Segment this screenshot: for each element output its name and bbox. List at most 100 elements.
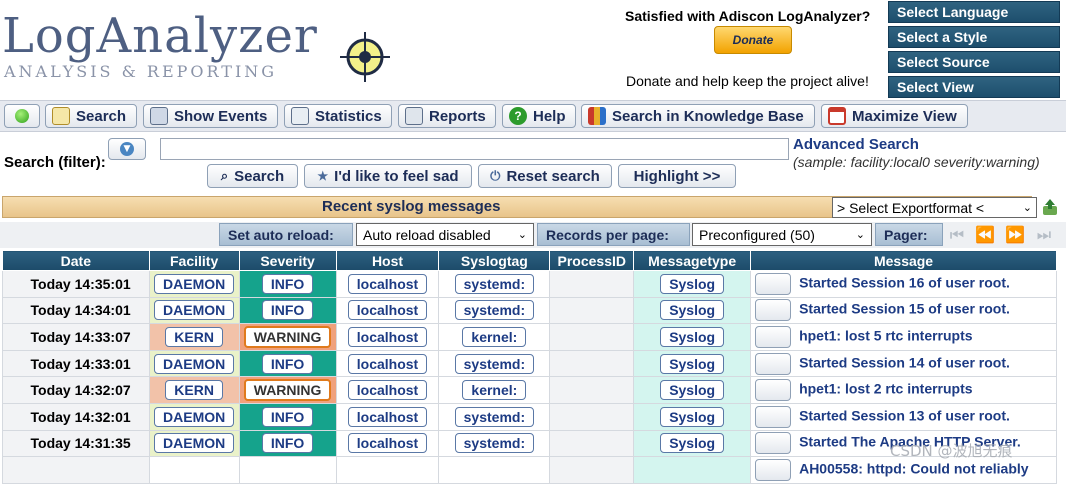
knowledge-base-button[interactable]: Search in Knowledge Base bbox=[581, 104, 815, 128]
messagetype-tag[interactable]: Syslog bbox=[660, 273, 725, 294]
details-magnifier-icon[interactable] bbox=[755, 299, 792, 322]
date-cell: Today 14:34:01 bbox=[2, 296, 150, 325]
table-row: Today 14:32:01 DAEMON INFO localhost systemd… bbox=[2, 402, 1057, 431]
details-magnifier-icon[interactable] bbox=[755, 458, 792, 481]
host-tag[interactable]: localhost bbox=[347, 406, 428, 427]
severity-tag[interactable]: INFO bbox=[261, 353, 314, 374]
details-magnifier-icon[interactable] bbox=[755, 325, 792, 348]
column-message[interactable]: Message bbox=[750, 250, 1057, 271]
column-host[interactable]: Host bbox=[335, 250, 440, 271]
select-style-menu[interactable]: Select a Style bbox=[888, 26, 1060, 48]
severity-tag[interactable]: INFO bbox=[261, 406, 314, 427]
message-link[interactable]: Started Session 14 of user root. bbox=[799, 354, 1010, 370]
facility-tag[interactable]: DAEMON bbox=[154, 406, 235, 427]
severity-tag[interactable]: INFO bbox=[261, 300, 314, 321]
table-row: Today 14:34:01 DAEMON INFO localhost systemd… bbox=[2, 296, 1057, 325]
messagetype-tag[interactable]: Syslog bbox=[660, 300, 725, 321]
host-tag[interactable]: localhost bbox=[347, 273, 428, 294]
message-link[interactable]: Started Session 13 of user root. bbox=[799, 407, 1010, 423]
severity-tag[interactable]: INFO bbox=[261, 273, 314, 294]
facility-tag[interactable]: KERN bbox=[165, 326, 223, 347]
column-processid[interactable]: ProcessID bbox=[549, 250, 635, 271]
syslogtag-tag[interactable]: systemd: bbox=[454, 273, 535, 294]
select-source-menu[interactable]: Select Source bbox=[888, 51, 1060, 73]
details-magnifier-icon[interactable] bbox=[755, 432, 792, 455]
select-language-menu[interactable]: Select Language bbox=[888, 1, 1060, 23]
column-severity[interactable]: Severity bbox=[238, 250, 337, 271]
column-messagetype[interactable]: Messagetype bbox=[633, 250, 752, 271]
search-tab-button[interactable]: Search bbox=[45, 104, 137, 128]
facility-tag[interactable]: DAEMON bbox=[154, 353, 235, 374]
column-date[interactable]: Date bbox=[2, 250, 150, 271]
help-button[interactable]: ? Help bbox=[502, 104, 576, 128]
records-per-page-label: Records per page: bbox=[537, 223, 690, 246]
feel-sad-button[interactable]: ★ I'd like to feel sad bbox=[304, 164, 472, 188]
show-events-button[interactable]: Show Events bbox=[143, 104, 278, 128]
details-magnifier-icon[interactable] bbox=[755, 352, 792, 375]
details-magnifier-icon[interactable] bbox=[755, 272, 792, 295]
filter-dropdown-button[interactable]: ▼ bbox=[108, 138, 146, 160]
maximize-view-button[interactable]: Maximize View bbox=[821, 104, 968, 128]
chevron-down-icon: ▼ bbox=[120, 142, 134, 156]
syslogtag-tag[interactable]: systemd: bbox=[454, 406, 535, 427]
details-magnifier-icon[interactable] bbox=[755, 379, 792, 402]
severity-tag[interactable]: INFO bbox=[261, 433, 314, 454]
column-facility[interactable]: Facility bbox=[148, 250, 240, 271]
highlight-button[interactable]: Highlight >> bbox=[618, 164, 736, 188]
messagetype-cell: Syslog bbox=[633, 296, 752, 325]
host-tag[interactable]: localhost bbox=[347, 380, 428, 401]
host-cell: localhost bbox=[335, 323, 440, 351]
message-link[interactable]: AH00558: httpd: Could not reliably bbox=[799, 461, 1028, 477]
export-icon[interactable] bbox=[1041, 198, 1059, 216]
last-page-icon[interactable]: ⏭ bbox=[1033, 225, 1055, 245]
severity-tag[interactable]: WARNING bbox=[243, 325, 332, 348]
column-syslogtag[interactable]: Syslogtag bbox=[438, 250, 551, 271]
reset-search-button[interactable]: ⏻ Reset search bbox=[478, 164, 612, 188]
severity-cell: INFO bbox=[238, 349, 337, 378]
date-cell bbox=[2, 456, 150, 484]
syslogtag-tag[interactable]: kernel: bbox=[462, 380, 527, 401]
syslogtag-tag[interactable]: systemd: bbox=[454, 433, 535, 454]
facility-tag[interactable]: DAEMON bbox=[154, 433, 235, 454]
select-view-menu[interactable]: Select View bbox=[888, 76, 1060, 98]
message-link[interactable]: Started Session 16 of user root. bbox=[799, 275, 1010, 291]
donate-button[interactable]: Donate bbox=[714, 26, 792, 54]
export-format-select[interactable]: > Select Exportformat < ⌄ bbox=[832, 197, 1037, 218]
facility-tag[interactable]: DAEMON bbox=[154, 300, 235, 321]
host-tag[interactable]: localhost bbox=[347, 300, 428, 321]
message-cell: Started Session 15 of user root. bbox=[750, 296, 1057, 325]
messagetype-tag[interactable]: Syslog bbox=[660, 380, 725, 401]
severity-tag[interactable]: WARNING bbox=[243, 379, 332, 402]
records-per-page-select[interactable]: Preconfigured (50) ⌄ bbox=[692, 223, 872, 246]
syslogtag-tag[interactable]: systemd: bbox=[454, 353, 535, 374]
home-button[interactable] bbox=[4, 104, 40, 128]
search-input[interactable] bbox=[160, 138, 789, 160]
message-link[interactable]: hpet1: lost 5 rtc interrupts bbox=[799, 328, 972, 344]
messagetype-tag[interactable]: Syslog bbox=[660, 353, 725, 374]
previous-page-icon[interactable]: ⏪ bbox=[974, 225, 996, 245]
host-tag[interactable]: localhost bbox=[347, 433, 428, 454]
host-tag[interactable]: localhost bbox=[347, 353, 428, 374]
first-page-icon[interactable]: ⏮ bbox=[946, 225, 968, 245]
syslogtag-tag[interactable]: kernel: bbox=[462, 326, 527, 347]
reports-button[interactable]: Reports bbox=[398, 104, 496, 128]
app-logo: LogAnalyzer ANALYSIS & REPORTING bbox=[2, 8, 402, 88]
host-tag[interactable]: localhost bbox=[347, 326, 428, 347]
advanced-search-link[interactable]: Advanced Search bbox=[793, 136, 919, 153]
message-link[interactable]: Started Session 15 of user root. bbox=[799, 301, 1010, 317]
message-cell: hpet1: lost 2 rtc interrupts bbox=[750, 376, 1057, 404]
details-magnifier-icon[interactable] bbox=[755, 405, 792, 428]
messagetype-tag[interactable]: Syslog bbox=[660, 433, 725, 454]
search-button[interactable]: ⌕ Search bbox=[207, 164, 298, 188]
syslogtag-tag[interactable]: systemd: bbox=[454, 300, 535, 321]
messagetype-tag[interactable]: Syslog bbox=[660, 326, 725, 347]
facility-tag[interactable]: DAEMON bbox=[154, 273, 235, 294]
facility-tag[interactable]: KERN bbox=[165, 380, 223, 401]
auto-reload-select[interactable]: Auto reload disabled ⌄ bbox=[356, 223, 534, 246]
books-icon bbox=[588, 107, 606, 125]
next-page-icon[interactable]: ⏩ bbox=[1004, 225, 1026, 245]
messagetype-tag[interactable]: Syslog bbox=[660, 406, 725, 427]
statistics-button[interactable]: Statistics bbox=[284, 104, 392, 128]
donate-title: Satisfied with Adiscon LogAnalyzer? bbox=[625, 8, 871, 24]
message-link[interactable]: hpet1: lost 2 rtc interrupts bbox=[799, 381, 972, 397]
